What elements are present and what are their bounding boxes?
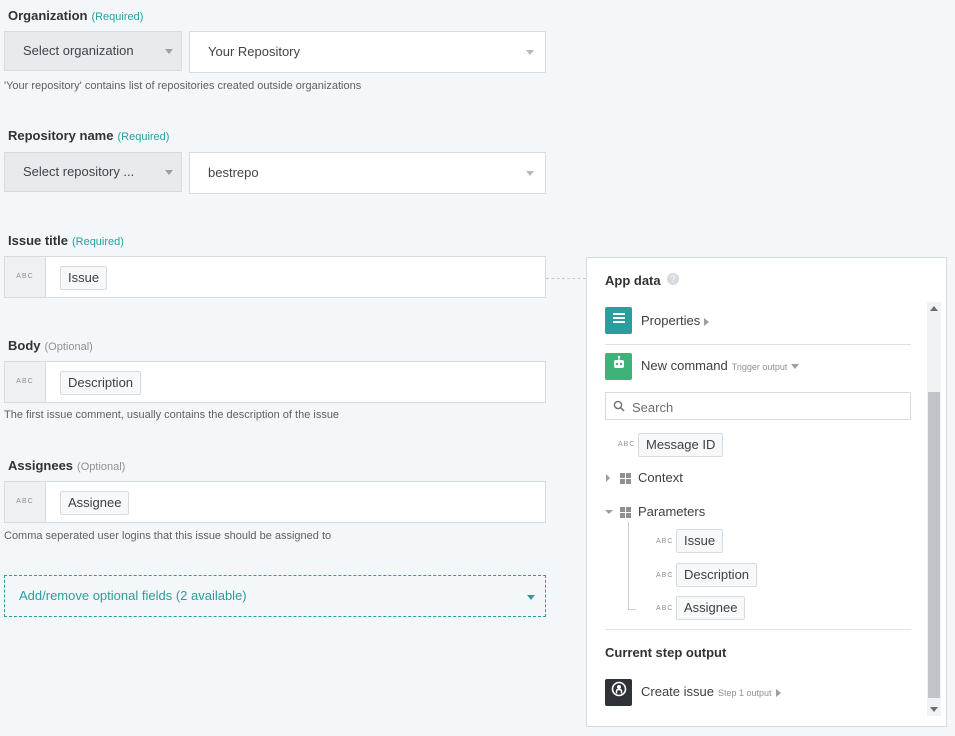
text-type-icon: ABC <box>618 441 636 448</box>
context-item[interactable]: Context <box>638 470 683 485</box>
object-icon <box>620 507 631 518</box>
body-label: Body (Optional) <box>8 338 93 353</box>
help-icon[interactable]: ? <box>667 273 679 285</box>
chevron-down-icon <box>791 364 800 370</box>
body-help: The first issue comment, usually contain… <box>4 409 340 421</box>
app-data-panel: App data ? Properties New command Trigger… <box>586 257 947 727</box>
organization-help: 'Your repository' contains list of repos… <box>4 80 362 92</box>
github-icon <box>605 679 632 706</box>
properties-item[interactable]: Properties <box>641 313 710 328</box>
select-organization-dropdown[interactable]: Select organization <box>4 31 182 71</box>
app-data-title: App data <box>605 273 661 288</box>
chevron-right-icon <box>775 688 781 697</box>
text-type-icon: ABC <box>5 362 46 402</box>
required-tag: (Required) <box>71 236 124 248</box>
connector-line <box>546 278 586 279</box>
current-step-title: Current step output <box>605 645 727 660</box>
organization-value-select[interactable]: Your Repository <box>189 31 546 73</box>
message-id-token[interactable]: Message ID <box>638 433 724 457</box>
expand-icon[interactable] <box>606 474 610 482</box>
trigger-output-tag: Trigger output <box>731 362 788 372</box>
panel-scrollbar[interactable] <box>927 302 941 716</box>
assignees-help: Comma seperated user logins that this is… <box>4 530 332 542</box>
create-issue-item[interactable]: Create issue Step 1 output <box>641 684 781 699</box>
text-type-icon: ABC <box>5 482 46 522</box>
chevron-down-icon <box>165 170 173 175</box>
issue-title-label: Issue title (Required) <box>8 233 124 248</box>
tree-line <box>628 609 636 610</box>
scroll-down-icon[interactable] <box>930 707 938 712</box>
search-input[interactable] <box>630 395 904 419</box>
param-issue-token[interactable]: Issue <box>676 529 724 553</box>
divider <box>605 344 911 345</box>
optional-tag: (Optional) <box>77 461 126 473</box>
search-field[interactable] <box>605 392 911 420</box>
organization-label: Organization (Required) <box>8 8 144 23</box>
param-assignee-token[interactable]: Assignee <box>676 596 746 620</box>
assignees-input[interactable]: ABC Assignee <box>4 481 546 523</box>
text-type-icon: ABC <box>5 257 46 297</box>
required-tag: (Required) <box>91 11 144 23</box>
chevron-down-icon <box>527 595 535 600</box>
object-icon <box>620 473 631 484</box>
chevron-down-icon <box>526 50 534 55</box>
text-type-icon: ABC <box>656 538 674 545</box>
add-remove-optional-fields-button[interactable]: Add/remove optional fields (2 available) <box>4 575 546 617</box>
param-description-token[interactable]: Description <box>676 563 758 587</box>
optional-tag: (Optional) <box>44 341 93 353</box>
divider <box>605 629 911 630</box>
scroll-up-icon[interactable] <box>930 306 938 311</box>
repository-value-select[interactable]: bestrepo <box>189 152 546 194</box>
parameters-item[interactable]: Parameters <box>638 504 705 519</box>
select-repository-dropdown[interactable]: Select repository ... <box>4 152 182 192</box>
assignees-label: Assignees (Optional) <box>8 458 126 473</box>
scrollbar-thumb[interactable] <box>928 392 940 698</box>
tree-line <box>628 522 629 609</box>
search-icon <box>613 400 625 412</box>
text-type-icon: ABC <box>656 572 674 579</box>
chevron-down-icon <box>526 171 534 176</box>
body-input[interactable]: ABC Description <box>4 361 546 403</box>
assignee-token[interactable]: Assignee <box>60 491 130 515</box>
step-output-tag: Step 1 output <box>717 688 772 698</box>
required-tag: (Required) <box>117 131 170 143</box>
list-icon <box>605 307 632 334</box>
new-command-item[interactable]: New command Trigger output <box>641 358 800 373</box>
chevron-right-icon <box>704 317 710 326</box>
robot-icon <box>605 353 632 380</box>
issue-title-input[interactable]: ABC Issue <box>4 256 546 298</box>
repository-label: Repository name (Required) <box>8 128 170 143</box>
chevron-down-icon <box>165 49 173 54</box>
collapse-icon[interactable] <box>605 510 613 514</box>
text-type-icon: ABC <box>656 605 674 612</box>
description-token[interactable]: Description <box>60 371 142 395</box>
issue-token[interactable]: Issue <box>60 266 108 290</box>
